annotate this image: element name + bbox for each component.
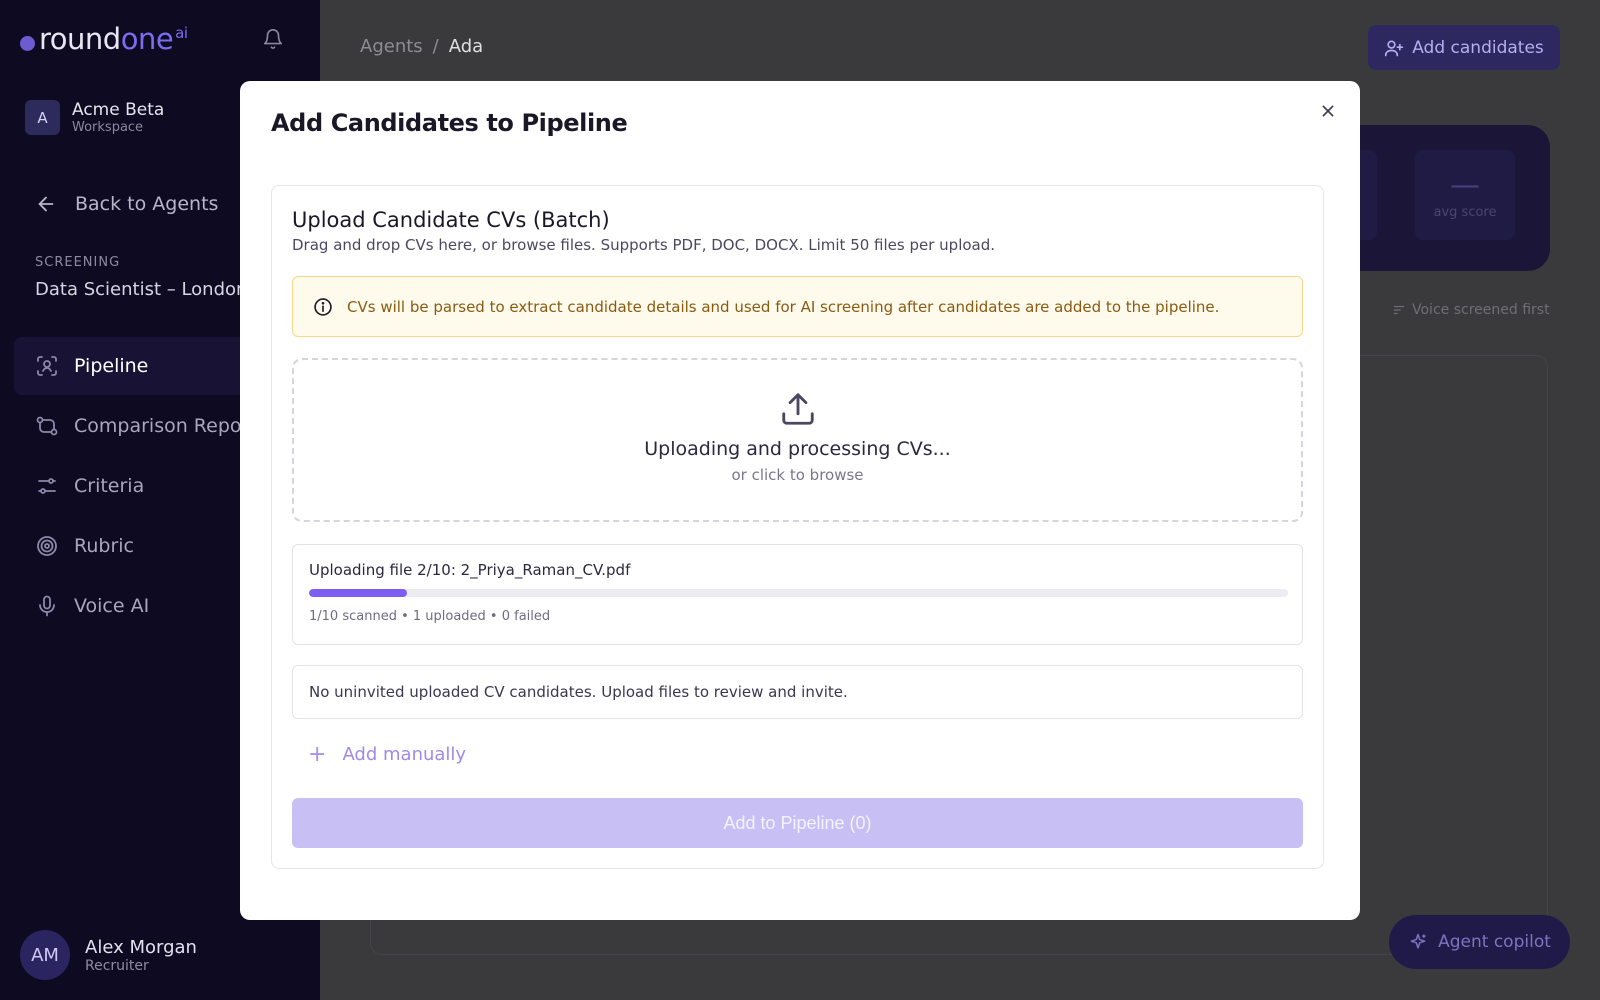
arrow-left-icon xyxy=(38,196,54,212)
info-icon xyxy=(314,297,332,316)
breadcrumb-parent[interactable]: Agents xyxy=(360,36,423,57)
close-icon[interactable] xyxy=(1316,99,1340,123)
upload-card: Upload Candidate CVs (Batch) Drag and dr… xyxy=(271,185,1324,869)
sidebar-item-label: Rubric xyxy=(74,535,134,557)
progress-label: Uploading file 2/10: 2_Priya_Raman_CV.pd… xyxy=(309,561,631,579)
empty-candidates-message: No uninvited uploaded CV candidates. Upl… xyxy=(292,665,1303,719)
scan-user-icon xyxy=(37,356,57,376)
stat-label: avg score xyxy=(1433,205,1497,220)
upload-progress: Uploading file 2/10: 2_Priya_Raman_CV.pd… xyxy=(292,544,1303,645)
stat-avg-score: — avg score xyxy=(1415,150,1515,240)
sidebar-item-label: Criteria xyxy=(74,475,145,497)
user-name: Alex Morgan xyxy=(85,936,197,958)
sort-icon xyxy=(1393,305,1405,315)
sparkle-icon xyxy=(1410,933,1426,949)
avatar: AM xyxy=(20,930,70,980)
section-label: SCREENING xyxy=(35,255,121,270)
breadcrumb-separator: / xyxy=(432,36,439,57)
breadcrumb-current: Ada xyxy=(448,36,484,57)
dropzone-status: Uploading and processing CVs... xyxy=(644,438,951,460)
voice-screened-sort[interactable]: Voice screened first xyxy=(1392,302,1550,318)
cv-dropzone[interactable]: Uploading and processing CVs... or click… xyxy=(292,358,1303,522)
back-to-agents-link[interactable]: Back to Agents xyxy=(35,193,218,215)
logo-text-round: round xyxy=(39,22,121,56)
progress-meta: 1/10 scanned • 1 uploaded • 0 failed xyxy=(309,609,551,624)
voice-filter-label: Voice screened first xyxy=(1412,302,1550,318)
git-compare-icon xyxy=(36,416,58,436)
parsing-notice: CVs will be parsed to extract candidate … xyxy=(292,276,1303,337)
logo-text-one: one xyxy=(120,22,174,56)
logo-dot-icon xyxy=(20,36,35,51)
workspace-switcher[interactable]: A Acme Beta Workspace xyxy=(25,100,164,135)
agent-copilot-button[interactable]: Agent copilot xyxy=(1389,915,1570,969)
user-profile[interactable]: AM Alex Morgan Recruiter xyxy=(20,930,197,980)
agent-copilot-label: Agent copilot xyxy=(1438,932,1551,952)
browse-link[interactable]: or click to browse xyxy=(294,466,1301,484)
sidebar-item-label: Pipeline xyxy=(74,355,149,377)
add-manually-label: Add manually xyxy=(342,743,467,765)
modal-title: Add Candidates to Pipeline xyxy=(271,109,628,137)
add-candidates-button[interactable]: Add candidates xyxy=(1368,25,1560,70)
back-label: Back to Agents xyxy=(75,193,219,215)
add-candidates-label: Add candidates xyxy=(1412,37,1544,58)
notice-text: CVs will be parsed to extract candidate … xyxy=(347,297,1220,316)
add-to-pipeline-button[interactable]: Add to Pipeline (0) xyxy=(292,798,1303,848)
sidebar-item-label: Comparison Report xyxy=(74,415,257,437)
workspace-name: Acme Beta xyxy=(72,100,165,120)
progress-bar-fill xyxy=(309,589,407,597)
sidebar-item-label: Voice AI xyxy=(74,595,150,617)
upload-icon xyxy=(781,393,814,425)
upload-card-description: Drag and drop CVs here, or browse files.… xyxy=(292,236,996,254)
progress-bar xyxy=(309,589,1288,597)
add-manually-button[interactable]: + Add manually xyxy=(308,739,466,769)
logo-text-ai: ai xyxy=(175,24,188,42)
workspace-subtitle: Workspace xyxy=(72,120,144,135)
add-candidates-modal: Add Candidates to Pipeline Upload Candid… xyxy=(240,81,1360,920)
stat-value: — xyxy=(1450,168,1480,203)
upload-card-title: Upload Candidate CVs (Batch) xyxy=(292,208,610,232)
microphone-icon xyxy=(39,595,55,617)
bell-icon[interactable] xyxy=(262,28,284,50)
user-plus-icon xyxy=(1385,40,1404,56)
sliders-icon xyxy=(38,478,56,494)
breadcrumb: Agents / Ada xyxy=(360,36,483,57)
user-role: Recruiter xyxy=(85,957,149,974)
workspace-avatar: A xyxy=(25,100,60,135)
plus-icon: + xyxy=(308,741,327,767)
roundone-logo[interactable]: round one ai xyxy=(20,22,188,56)
target-icon xyxy=(37,536,57,556)
